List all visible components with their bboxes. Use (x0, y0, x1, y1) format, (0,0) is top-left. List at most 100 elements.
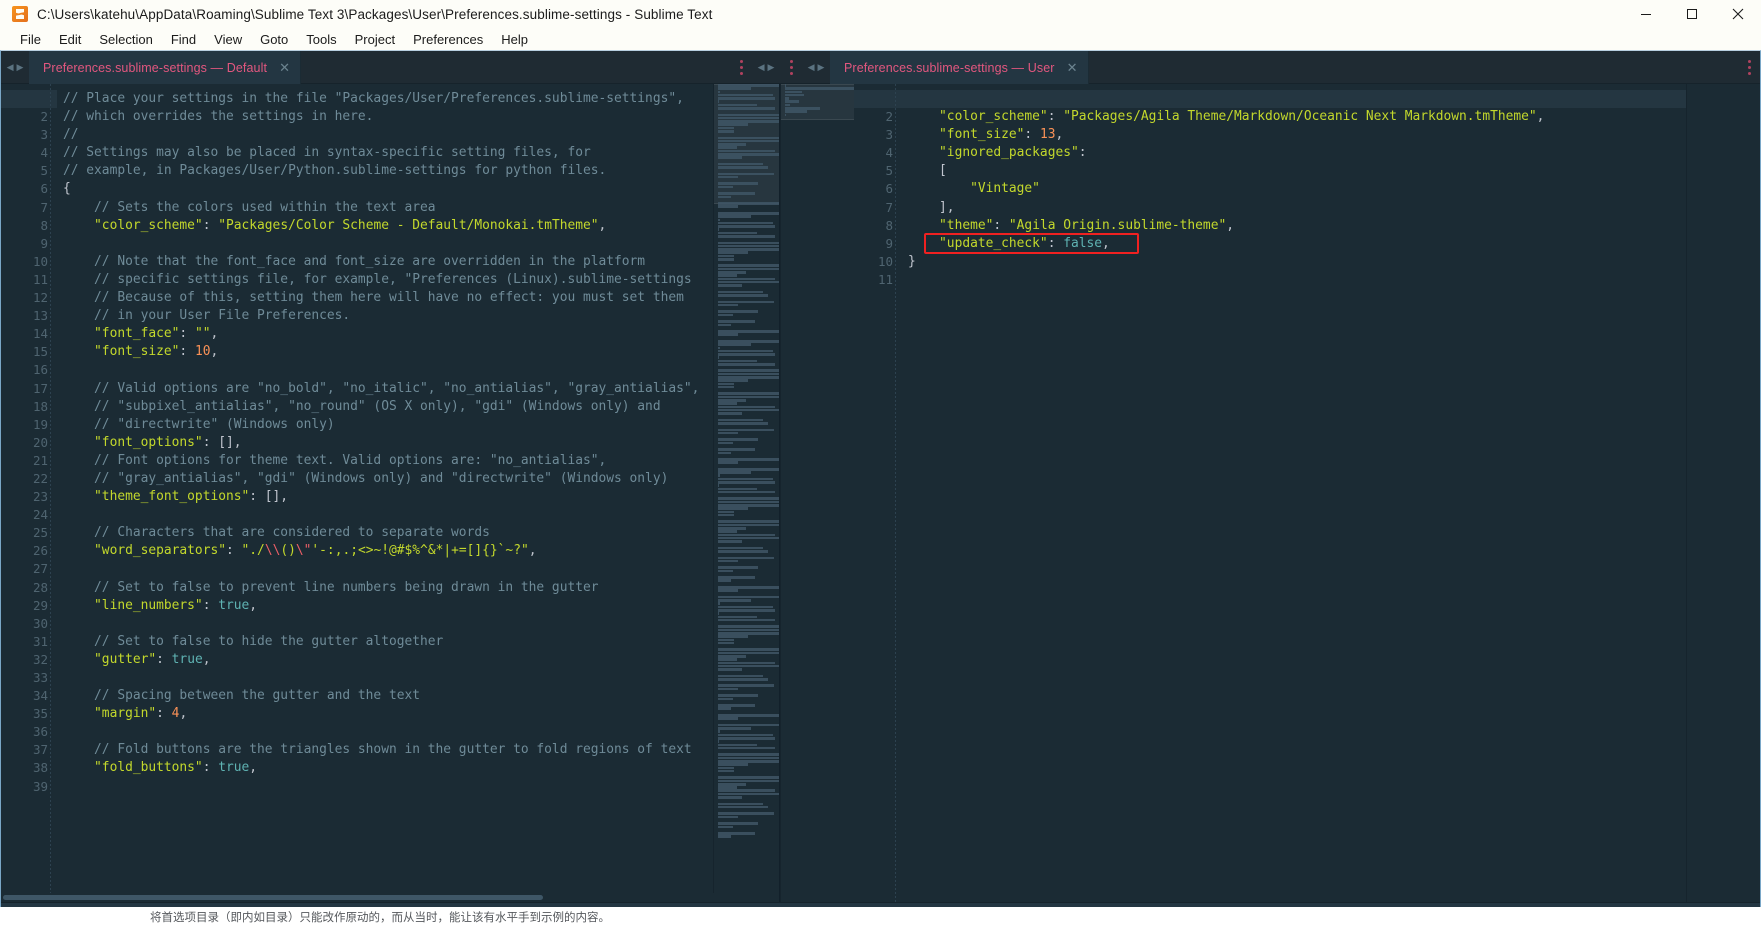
code-line[interactable]: // Settings may also be placed in syntax… (63, 144, 713, 162)
code-line[interactable]: // Sets the colors used within the text … (63, 199, 713, 217)
code-line[interactable]: } (908, 253, 1686, 271)
code-line[interactable]: // "directwrite" (Windows only) (63, 416, 713, 434)
minimap-left[interactable] (713, 84, 779, 902)
minimap-right[interactable] (780, 84, 854, 902)
code-line[interactable]: "font_size": 10, (63, 343, 713, 361)
code-line[interactable]: // specific settings file, for example, … (63, 271, 713, 289)
minimap-right-edge[interactable] (1686, 84, 1760, 902)
minimap-line (718, 602, 720, 606)
code-line[interactable]: "ignored_packages": (908, 144, 1686, 162)
maximize-button[interactable] (1669, 0, 1715, 28)
code-line[interactable]: // which overrides the settings in here. (63, 108, 713, 126)
code-line[interactable]: [ (908, 162, 1686, 180)
code-line[interactable]: ], (908, 199, 1686, 217)
tab-nav-right[interactable]: ◀ ▶ (802, 51, 830, 83)
minimap-line (718, 536, 779, 540)
minimap-line (718, 438, 758, 441)
code-line[interactable]: "color_scheme": "Packages/Color Scheme -… (63, 217, 713, 235)
minimap-line (718, 474, 720, 478)
code-line[interactable] (63, 669, 713, 687)
code-line[interactable]: { (908, 90, 1686, 108)
code-line[interactable]: // "subpixel_antialias", "no_round" (OS … (63, 398, 713, 416)
code-line[interactable]: // in your User File Preferences. (63, 307, 713, 325)
tab-overflow-menu-right[interactable] (780, 51, 802, 83)
close-icon (1732, 8, 1744, 20)
minimap-line (718, 362, 775, 366)
code-line[interactable]: "update_check": false, (908, 235, 1686, 253)
editor-pane-right[interactable]: 1234567891011 { "color_scheme": "Package… (780, 84, 1760, 902)
minimap-line (718, 546, 763, 550)
menu-file[interactable]: File (11, 30, 50, 49)
code-line[interactable]: // Set to false to prevent line numbers … (63, 579, 713, 597)
code-line[interactable]: // Valid options are "no_bold", "no_ital… (63, 380, 713, 398)
code-line[interactable]: "margin": 4, (63, 705, 713, 723)
menu-goto[interactable]: Goto (251, 30, 297, 49)
menu-help[interactable]: Help (492, 30, 537, 49)
code-line[interactable]: // example, in Packages/User/Python.subl… (63, 162, 713, 180)
tab-nav-left-end[interactable]: ◀ ▶ (752, 51, 780, 83)
minimap-line (718, 228, 719, 231)
menu-preferences[interactable]: Preferences (404, 30, 492, 49)
kebab-dot (739, 65, 743, 69)
menu-edit[interactable]: Edit (50, 30, 90, 49)
tab-overflow-menu-right-end[interactable] (1738, 51, 1760, 83)
code-area-right[interactable]: { "color_scheme": "Packages/Agila Theme/… (902, 84, 1686, 902)
tab-overflow-menu-left[interactable] (730, 51, 752, 83)
sublime-text-window: C:\Users\katehu\AppData\Roaming\Sublime … (0, 0, 1761, 927)
minimap-line (718, 146, 737, 149)
code-line[interactable]: // (63, 126, 713, 144)
scrollbar-thumb[interactable] (3, 895, 543, 900)
horizontal-scrollbar-left[interactable] (1, 893, 714, 902)
tab-close-icon[interactable]: ✕ (279, 61, 290, 74)
tab-preferences-default[interactable]: Preferences.sublime-settings — Default ✕ (29, 51, 302, 84)
code-line[interactable]: // "gray_antialias", "gdi" (Windows only… (63, 470, 713, 488)
code-line[interactable] (63, 235, 713, 253)
minimize-button[interactable] (1623, 0, 1669, 28)
code-line[interactable] (63, 615, 713, 633)
tab-preferences-user[interactable]: Preferences.sublime-settings — User ✕ (830, 51, 1089, 84)
code-token: // Fold buttons are the triangles shown … (63, 742, 692, 758)
menu-view[interactable]: View (205, 30, 251, 49)
code-line[interactable]: // Font options for theme text. Valid op… (63, 452, 713, 470)
code-line[interactable]: // Place your settings in the file "Pack… (63, 90, 713, 108)
minimap-line (718, 418, 763, 422)
code-line[interactable]: "theme": "Agila Origin.sublime-theme", (908, 217, 1686, 235)
menu-selection[interactable]: Selection (90, 30, 161, 49)
minimap-line (718, 310, 758, 313)
code-line[interactable]: "word_separators": "./\\()\"'-:,.;<>~!@#… (63, 542, 713, 560)
code-line[interactable] (63, 361, 713, 379)
code-line[interactable]: "gutter": true, (63, 651, 713, 669)
minimap-line (718, 215, 751, 218)
code-line[interactable]: "color_scheme": "Packages/Agila Theme/Ma… (908, 108, 1686, 126)
code-line[interactable]: "fold_buttons": true, (63, 759, 713, 777)
code-line[interactable]: // Note that the font_face and font_size… (63, 253, 713, 271)
minimap-line (718, 241, 779, 245)
editor-pane-left[interactable]: 1234567891011121314151617181920212223242… (1, 84, 780, 902)
chevron-left-icon: ◀ (6, 61, 14, 72)
code-line[interactable]: "font_size": 13, (908, 126, 1686, 144)
code-line[interactable] (63, 506, 713, 524)
code-line[interactable]: { (63, 180, 713, 198)
code-line[interactable]: // Because of this, setting them here wi… (63, 289, 713, 307)
code-line[interactable]: // Set to false to hide the gutter altog… (63, 633, 713, 651)
code-line[interactable]: // Characters that are considered to sep… (63, 524, 713, 542)
tab-close-icon[interactable]: ✕ (1067, 61, 1078, 74)
menu-find[interactable]: Find (162, 30, 205, 49)
code-line[interactable] (908, 271, 1686, 289)
tab-nav-left[interactable]: ◀ ▶ (1, 51, 29, 83)
code-line[interactable]: "font_face": "", (63, 325, 713, 343)
code-line[interactable]: "theme_font_options": [], (63, 488, 713, 506)
code-area-left[interactable]: // Place your settings in the file "Pack… (57, 84, 713, 902)
menu-project[interactable]: Project (346, 30, 404, 49)
code-line[interactable] (63, 723, 713, 741)
code-line[interactable]: "line_numbers": true, (63, 597, 713, 615)
code-line[interactable] (63, 778, 713, 796)
code-line[interactable]: // Spacing between the gutter and the te… (63, 687, 713, 705)
code-line[interactable]: // Fold buttons are the triangles shown … (63, 741, 713, 759)
close-button[interactable] (1715, 0, 1761, 28)
menu-tools[interactable]: Tools (297, 30, 345, 49)
code-token: "./ (241, 543, 265, 559)
code-line[interactable]: "font_options": [], (63, 434, 713, 452)
code-line[interactable] (63, 560, 713, 578)
code-line[interactable]: "Vintage" (908, 180, 1686, 198)
